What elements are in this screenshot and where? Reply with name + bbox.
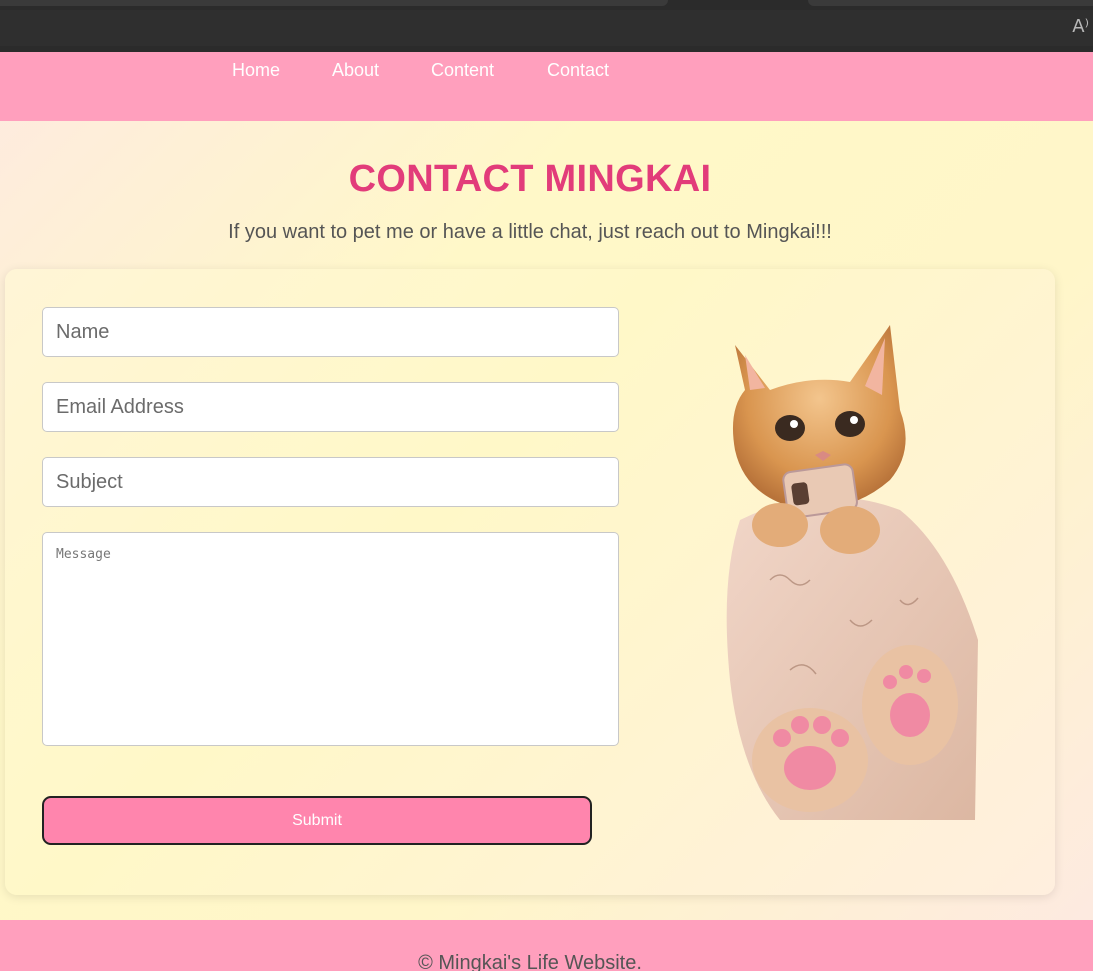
submit-button[interactable]: Submit xyxy=(42,796,592,845)
read-aloud-icon[interactable]: A⁾ xyxy=(1072,16,1089,37)
browser-chrome: A⁾ xyxy=(0,0,1093,52)
nav-link-contact[interactable]: Contact xyxy=(547,60,609,81)
footer-copyright: © Mingkai's Life Website. xyxy=(418,952,642,971)
cat-illustration xyxy=(726,325,978,820)
footer: © Mingkai's Life Website. xyxy=(0,920,1093,971)
page-subtitle: If you want to pet me or have a little c… xyxy=(228,221,832,243)
email-input[interactable] xyxy=(42,382,619,432)
message-textarea[interactable] xyxy=(42,532,619,746)
nav-link-about[interactable]: About xyxy=(332,60,379,81)
name-input[interactable] xyxy=(42,307,619,357)
browser-tab[interactable] xyxy=(0,0,668,6)
subject-input[interactable] xyxy=(42,457,619,507)
browser-toolbar xyxy=(0,10,1093,46)
top-nav: Home About Content Contact xyxy=(0,52,1093,121)
browser-tab[interactable] xyxy=(808,0,1093,6)
nav-link-content[interactable]: Content xyxy=(431,60,494,81)
nav-link-home[interactable]: Home xyxy=(232,60,280,81)
page-title: CONTACT MINGKAI xyxy=(348,158,712,200)
